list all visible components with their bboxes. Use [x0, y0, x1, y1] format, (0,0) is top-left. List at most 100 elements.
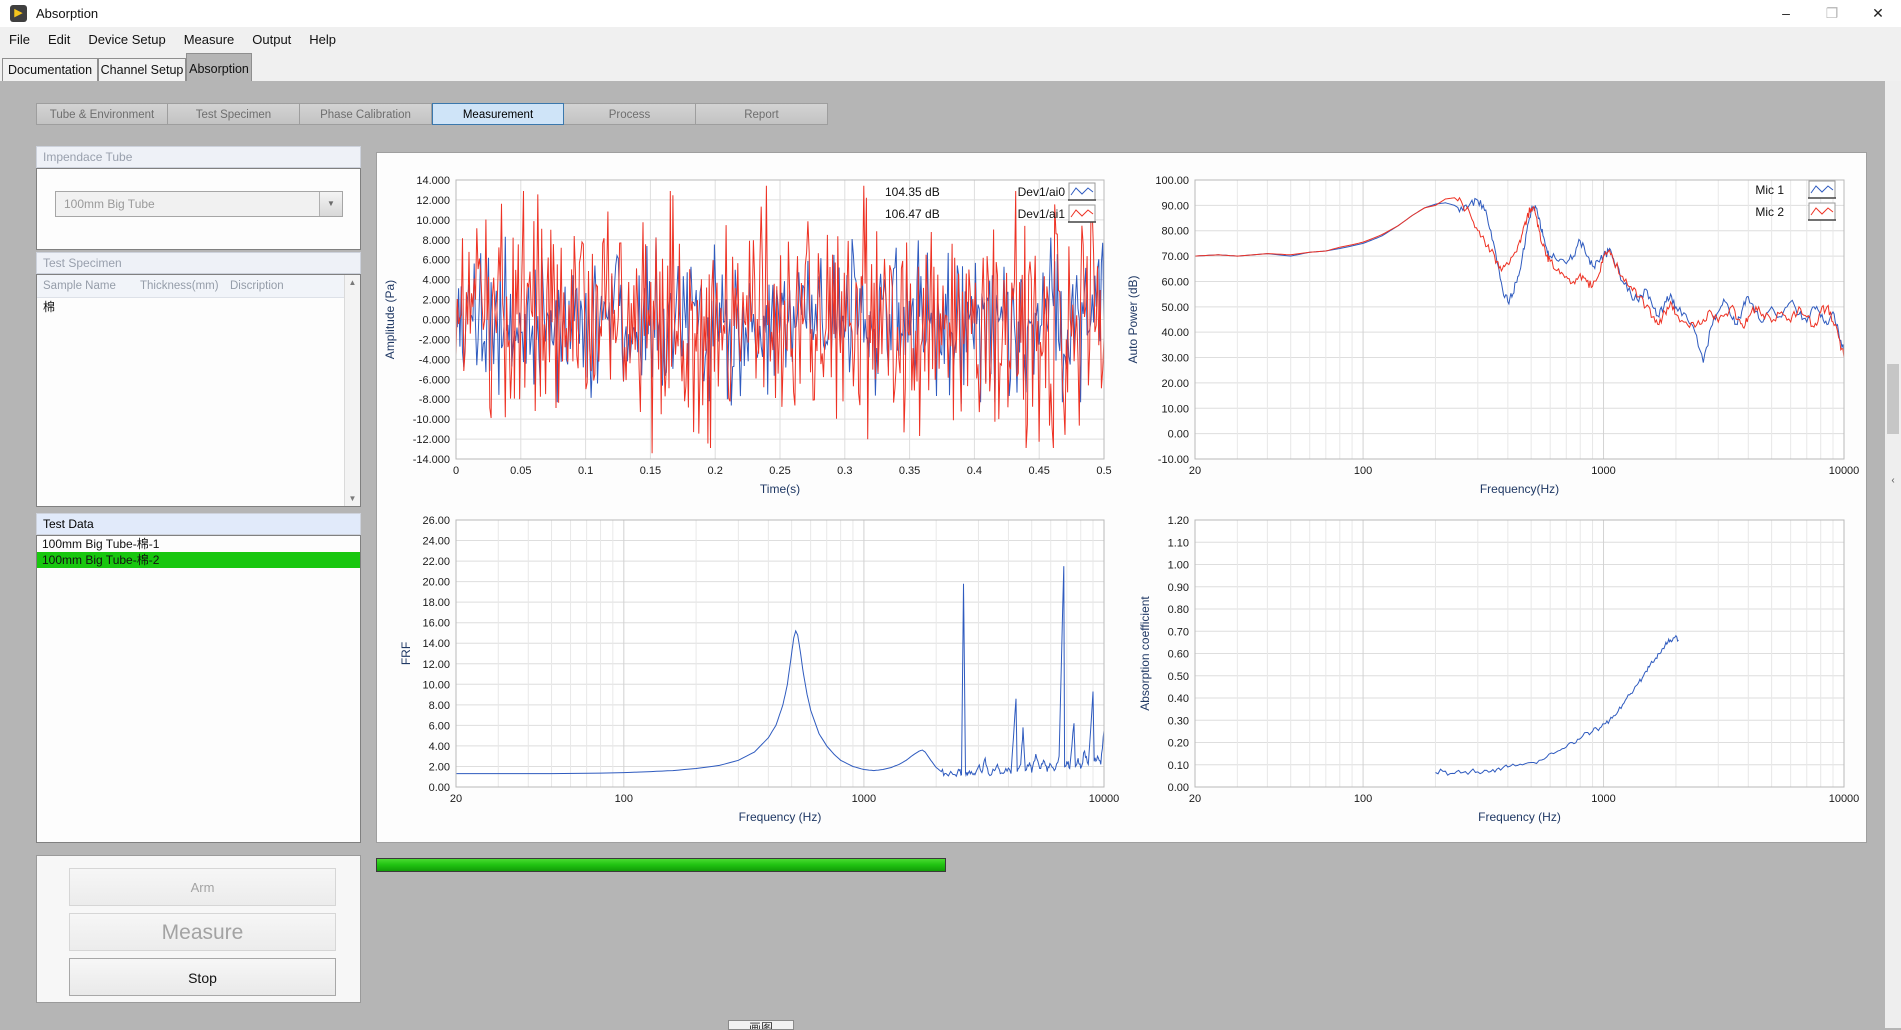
svg-text:Time(s): Time(s)	[760, 482, 800, 496]
table-row[interactable]: 棉	[37, 298, 360, 316]
subtab-test-specimen[interactable]: Test Specimen	[168, 103, 300, 125]
svg-text:1.20: 1.20	[1168, 515, 1189, 527]
svg-text:0.90: 0.90	[1168, 582, 1189, 594]
svg-text:100: 100	[1354, 793, 1372, 805]
svg-text:1000: 1000	[1591, 793, 1615, 805]
main-body: Tube & EnvironmentTest SpecimenPhase Cal…	[0, 81, 1901, 1028]
progress-bar	[376, 858, 946, 872]
svg-text:0.70: 0.70	[1168, 626, 1189, 638]
svg-text:10.00: 10.00	[1161, 403, 1189, 415]
subtab-measurement[interactable]: Measurement	[432, 103, 564, 125]
bottom-partial-tab[interactable]: 画图	[728, 1020, 794, 1030]
svg-text:1000: 1000	[1591, 465, 1615, 477]
control-buttons-panel: Arm Measure Stop	[36, 855, 361, 1003]
subtab-tube-environment[interactable]: Tube & Environment	[36, 103, 168, 125]
svg-text:-10.00: -10.00	[1158, 454, 1189, 466]
svg-text:26.00: 26.00	[422, 515, 450, 527]
charts-svg: -14.000-12.000-10.000-8.000-6.000-4.000-…	[377, 153, 1866, 842]
svg-text:Dev1/ai1: Dev1/ai1	[1018, 207, 1066, 221]
svg-text:0.20: 0.20	[1168, 738, 1189, 750]
menu-item-device-setup[interactable]: Device Setup	[79, 27, 174, 53]
window-title: Absorption	[36, 6, 98, 21]
svg-text:80.00: 80.00	[1161, 226, 1189, 238]
svg-text:14.00: 14.00	[422, 638, 450, 650]
chevron-down-icon[interactable]: ▼	[319, 192, 342, 216]
scrollbar-thumb[interactable]	[1887, 364, 1899, 434]
svg-text:-10.000: -10.000	[413, 414, 450, 426]
svg-text:0.60: 0.60	[1168, 649, 1189, 661]
svg-text:50.00: 50.00	[1161, 302, 1189, 314]
chevron-left-icon[interactable]: ‹	[1885, 473, 1901, 489]
menu-item-output[interactable]: Output	[243, 27, 300, 53]
stop-button[interactable]: Stop	[69, 958, 336, 996]
svg-text:1.00: 1.00	[1168, 560, 1189, 572]
tab-documentation[interactable]: Documentation	[2, 58, 98, 81]
svg-text:-12.000: -12.000	[413, 434, 450, 446]
svg-text:14.000: 14.000	[416, 175, 450, 187]
minimize-button[interactable]: –	[1763, 0, 1809, 27]
svg-text:40.00: 40.00	[1161, 327, 1189, 339]
scroll-down-icon[interactable]: ▼	[345, 494, 360, 503]
tab-absorption[interactable]: Absorption	[186, 53, 252, 81]
svg-text:0.3: 0.3	[837, 465, 852, 477]
list-item[interactable]: 100mm Big Tube-棉-2	[37, 552, 360, 568]
maximize-button[interactable]: ❐	[1809, 0, 1855, 27]
svg-text:70.00: 70.00	[1161, 251, 1189, 263]
svg-text:0.5: 0.5	[1096, 465, 1111, 477]
svg-text:104.35 dB: 104.35 dB	[885, 185, 940, 199]
titlebar: ▶ Absorption – ❐ ✕	[0, 0, 1901, 28]
measure-button[interactable]: Measure	[69, 913, 336, 951]
impedance-tube-header: Impendace Tube	[36, 146, 361, 168]
svg-text:Mic 1: Mic 1	[1755, 183, 1784, 197]
bottom-tab-label: 画图	[749, 1021, 773, 1030]
svg-text:0.35: 0.35	[899, 465, 920, 477]
svg-text:Mic 2: Mic 2	[1755, 205, 1784, 219]
impedance-tube-box: 100mm Big Tube ▼	[36, 168, 361, 250]
arm-button[interactable]: Arm	[69, 868, 336, 906]
svg-text:0.10: 0.10	[1168, 760, 1189, 772]
impedance-tube-label: Impendace Tube	[43, 150, 132, 164]
subtab-report[interactable]: Report	[696, 103, 828, 125]
svg-text:2.000: 2.000	[422, 295, 450, 307]
svg-text:20: 20	[1189, 793, 1201, 805]
scroll-up-icon[interactable]: ▲	[345, 278, 360, 287]
svg-text:Frequency (Hz): Frequency (Hz)	[739, 810, 822, 824]
svg-text:10000: 10000	[1829, 465, 1860, 477]
list-item[interactable]: 100mm Big Tube-棉-1	[37, 536, 360, 552]
tube-dropdown-value: 100mm Big Tube	[64, 197, 155, 211]
svg-text:-4.000: -4.000	[419, 354, 450, 366]
menu-item-file[interactable]: File	[0, 27, 39, 53]
specimen-table-scrollbar[interactable]: ▲ ▼	[344, 275, 360, 506]
vertical-scrollbar[interactable]: ‹	[1885, 81, 1901, 1028]
svg-text:30.00: 30.00	[1161, 353, 1189, 365]
svg-text:0.1: 0.1	[578, 465, 593, 477]
svg-text:0.00: 0.00	[429, 782, 450, 794]
document-tabs: DocumentationChannel SetupAbsorption	[0, 53, 1901, 81]
svg-text:24.00: 24.00	[422, 536, 450, 548]
close-button[interactable]: ✕	[1855, 0, 1901, 27]
subtab-process[interactable]: Process	[564, 103, 696, 125]
test-specimen-label: Test Specimen	[43, 256, 122, 270]
tube-dropdown[interactable]: 100mm Big Tube ▼	[55, 191, 343, 217]
menu-item-measure[interactable]: Measure	[175, 27, 244, 53]
svg-text:1000: 1000	[852, 793, 876, 805]
svg-text:16.00: 16.00	[422, 618, 450, 630]
test-specimen-header: Test Specimen	[36, 252, 361, 274]
menu-item-help[interactable]: Help	[300, 27, 345, 53]
svg-text:10000: 10000	[1089, 793, 1120, 805]
svg-text:0.80: 0.80	[1168, 604, 1189, 616]
menu-item-edit[interactable]: Edit	[39, 27, 79, 53]
tab-channel-setup[interactable]: Channel Setup	[98, 58, 186, 81]
svg-text:20.00: 20.00	[1161, 378, 1189, 390]
subtab-phase-calibration[interactable]: Phase Calibration	[300, 103, 432, 125]
svg-text:-14.000: -14.000	[413, 454, 450, 466]
svg-text:6.000: 6.000	[422, 255, 450, 267]
svg-text:Dev1/ai0: Dev1/ai0	[1018, 185, 1066, 199]
cell	[134, 298, 224, 316]
app-icon: ▶	[10, 5, 27, 22]
svg-text:8.000: 8.000	[422, 235, 450, 247]
specimen-table-head: Sample NameThickness(mm)Discription	[37, 275, 360, 298]
svg-text:0.4: 0.4	[967, 465, 982, 477]
svg-text:0.00: 0.00	[1168, 782, 1189, 794]
svg-text:20: 20	[450, 793, 462, 805]
